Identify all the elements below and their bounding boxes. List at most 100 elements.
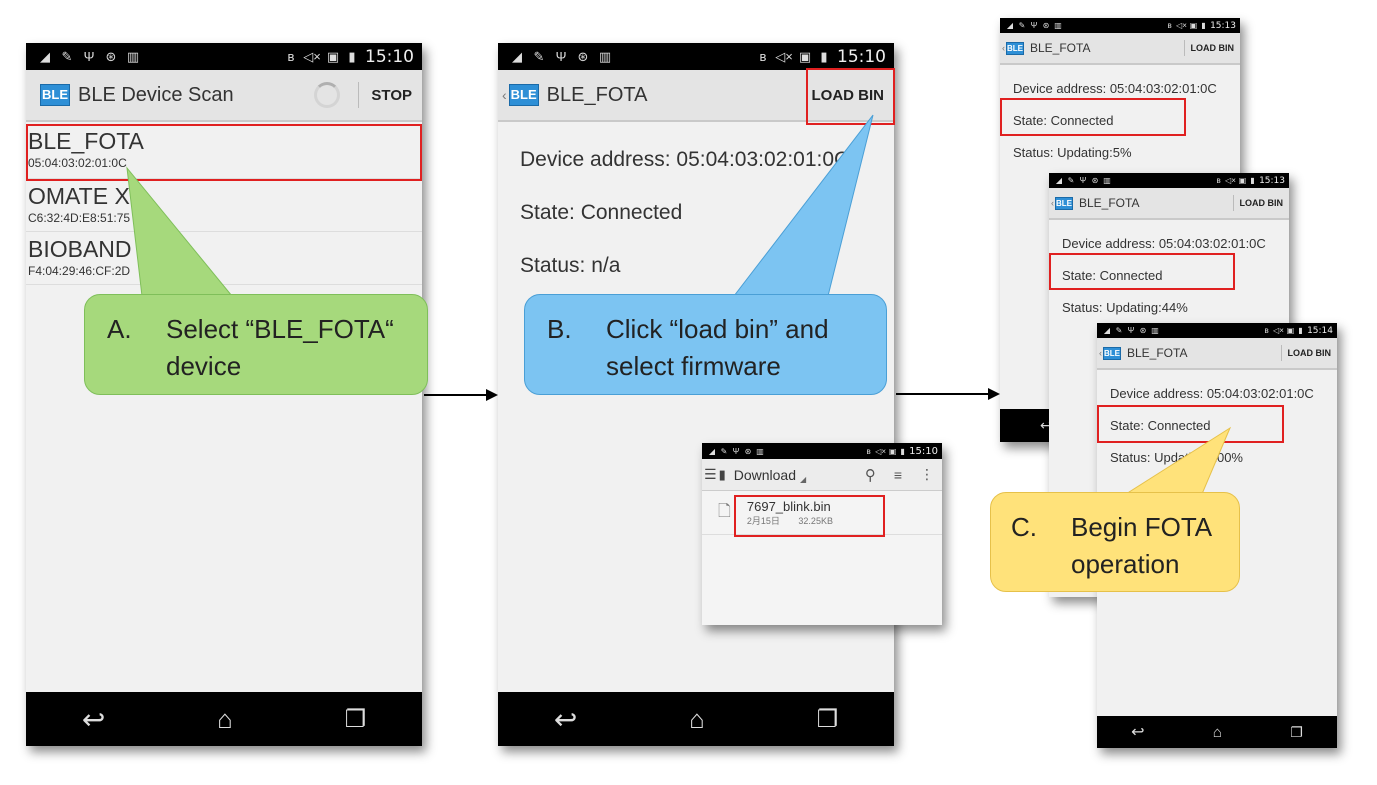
action-bar: ‹ BLE BLE_FOTA LOAD BIN xyxy=(1097,338,1337,370)
load-bin-button[interactable]: LOAD BIN xyxy=(1191,43,1235,53)
device-address: F4:04:29:46:CF:2D xyxy=(28,264,131,278)
divider xyxy=(1183,40,1185,56)
page-title: BLE_FOTA xyxy=(1127,346,1188,360)
barcode-icon: ▥ xyxy=(1151,326,1159,335)
flow-arrow-line xyxy=(424,394,487,396)
app-logo: BLE xyxy=(508,84,539,106)
status-time: 15:13 xyxy=(1259,175,1285,186)
wrench-icon: ✎ xyxy=(61,48,73,64)
folder-name[interactable]: Download xyxy=(734,467,796,483)
status-bar: ◢ ✎ Ψ ⊛ ▥ ʙ ◁× ▣ ▮ 15:13 xyxy=(1049,173,1289,188)
load-bin-button[interactable]: LOAD BIN xyxy=(1288,348,1332,358)
back-icon[interactable]: ↩ xyxy=(554,703,577,736)
home-icon[interactable]: ⌂ xyxy=(1213,724,1222,741)
android-debug-icon: ⊛ xyxy=(1042,21,1050,30)
wrench-icon: ✎ xyxy=(1067,176,1075,185)
page-title: BLE_FOTA xyxy=(546,83,648,106)
navigation-bar: ↩ ⌂ ❐ xyxy=(26,692,422,746)
device-address: C6:32:4D:E8:51:75 xyxy=(28,211,131,225)
chevron-left-icon[interactable]: ‹ xyxy=(502,87,507,103)
recent-apps-icon[interactable]: ❐ xyxy=(817,705,839,734)
bluetooth-icon: ʙ xyxy=(1264,326,1269,335)
callout-a-number: A. xyxy=(107,314,132,344)
device-name: BIOBAND xyxy=(28,236,132,262)
barcode-icon: ▥ xyxy=(598,48,612,64)
flow-arrow-head xyxy=(988,388,1000,400)
search-icon[interactable]: ⚲ xyxy=(865,466,876,484)
chevron-left-icon[interactable]: ‹ xyxy=(1051,198,1054,208)
battery-charging-icon: ▮ xyxy=(1201,21,1206,30)
divider xyxy=(358,82,360,108)
list-item[interactable]: BIOBAND F4:04:29:46:CF:2D xyxy=(26,232,422,285)
recent-apps-icon[interactable]: ❐ xyxy=(1290,724,1303,741)
stop-button[interactable]: STOP xyxy=(371,87,412,104)
no-sim-icon: ▣ xyxy=(1238,176,1247,185)
battery-charging-icon: ▮ xyxy=(820,48,828,64)
highlight-box xyxy=(1000,98,1186,136)
android-debug-icon: ⊛ xyxy=(1091,176,1099,185)
broom-icon: ◢ xyxy=(708,446,716,456)
bluetooth-icon: ʙ xyxy=(866,446,871,456)
home-icon[interactable]: ⌂ xyxy=(217,704,233,735)
callout-a: A. Select “BLE_FOTA“ device xyxy=(84,294,428,395)
callout-b-text: Click “load bin” and select firmware xyxy=(606,314,829,381)
loading-spinner-icon xyxy=(314,82,341,108)
broom-icon: ◢ xyxy=(1006,21,1014,30)
flow-arrow-head xyxy=(486,389,498,401)
bluetooth-icon: ʙ xyxy=(287,49,295,64)
usb-icon: Ψ xyxy=(83,49,95,64)
mute-icon: ◁× xyxy=(1176,21,1187,30)
android-debug-icon: ⊛ xyxy=(577,48,589,64)
recent-apps-icon[interactable]: ❐ xyxy=(345,705,367,734)
callout-c: C. Begin FOTA operation xyxy=(990,492,1240,592)
chevron-left-icon[interactable]: ‹ xyxy=(1002,43,1005,53)
menu-icon[interactable]: ☰ xyxy=(704,466,717,483)
divider xyxy=(1280,345,1282,361)
back-icon[interactable]: ↩ xyxy=(1131,722,1144,742)
android-debug-icon: ⊛ xyxy=(1139,326,1147,335)
highlight-box xyxy=(1049,253,1235,290)
no-sim-icon: ▣ xyxy=(326,48,340,64)
load-bin-button[interactable]: LOAD BIN xyxy=(1240,198,1284,208)
broom-icon: ◢ xyxy=(1055,176,1063,185)
mute-icon: ◁× xyxy=(875,446,887,456)
bluetooth-icon: ʙ xyxy=(1167,21,1172,30)
chevron-left-icon[interactable]: ‹ xyxy=(1099,348,1102,358)
device-address: Device address: 05:04:03:02:01:0C xyxy=(520,148,850,171)
no-sim-icon: ▣ xyxy=(798,48,812,64)
wrench-icon: ✎ xyxy=(1018,21,1026,30)
no-sim-icon: ▣ xyxy=(888,446,897,456)
wrench-icon: ✎ xyxy=(720,446,728,456)
status-bar: ◢ ✎ Ψ ⊛ ▥ ʙ ◁× ▣ ▮ 15:14 xyxy=(1097,323,1337,338)
page-title: BLE_FOTA xyxy=(1079,196,1140,210)
sort-icon[interactable]: ≡ xyxy=(894,467,902,483)
action-bar: ‹ BLE BLE_FOTA LOAD BIN xyxy=(1049,188,1289,220)
more-options-icon[interactable]: ⋮ xyxy=(920,466,934,483)
app-logo: BLE xyxy=(1103,346,1121,360)
status-time: 15:10 xyxy=(365,46,414,67)
callout-a-text: Select “BLE_FOTA“ device xyxy=(166,314,394,381)
highlight-box xyxy=(26,124,422,181)
divider xyxy=(1232,195,1234,211)
callout-c-text: Begin FOTA operation xyxy=(1071,512,1211,579)
battery-charging-icon: ▮ xyxy=(900,446,905,456)
broom-icon: ◢ xyxy=(1103,326,1111,335)
app-logo: BLE xyxy=(1055,196,1073,210)
page-title: BLE_FOTA xyxy=(1030,41,1091,55)
page-title: BLE Device Scan xyxy=(78,83,234,106)
action-bar: ‹ BLE BLE_FOTA LOAD BIN xyxy=(1000,33,1240,65)
home-icon[interactable]: ⌂ xyxy=(689,704,705,735)
status-bar: ◢ ✎ Ψ ⊛ ▥ ʙ ◁× ▣ ▮ 15:10 xyxy=(702,443,942,459)
bluetooth-icon: ʙ xyxy=(1216,176,1221,185)
no-sim-icon: ▣ xyxy=(1286,326,1295,335)
device-name: OMATE X xyxy=(28,183,130,209)
wrench-icon: ✎ xyxy=(533,48,545,64)
flow-arrow-line xyxy=(896,393,989,395)
list-item[interactable]: OMATE X C6:32:4D:E8:51:75 xyxy=(26,179,422,232)
usb-icon: Ψ xyxy=(1079,176,1087,185)
highlight-box xyxy=(1097,405,1284,443)
back-icon[interactable]: ↩ xyxy=(82,703,105,736)
android-debug-icon: ⊛ xyxy=(105,48,117,64)
status-time: 15:10 xyxy=(909,445,938,457)
file-icon: 🗋 xyxy=(718,502,731,520)
